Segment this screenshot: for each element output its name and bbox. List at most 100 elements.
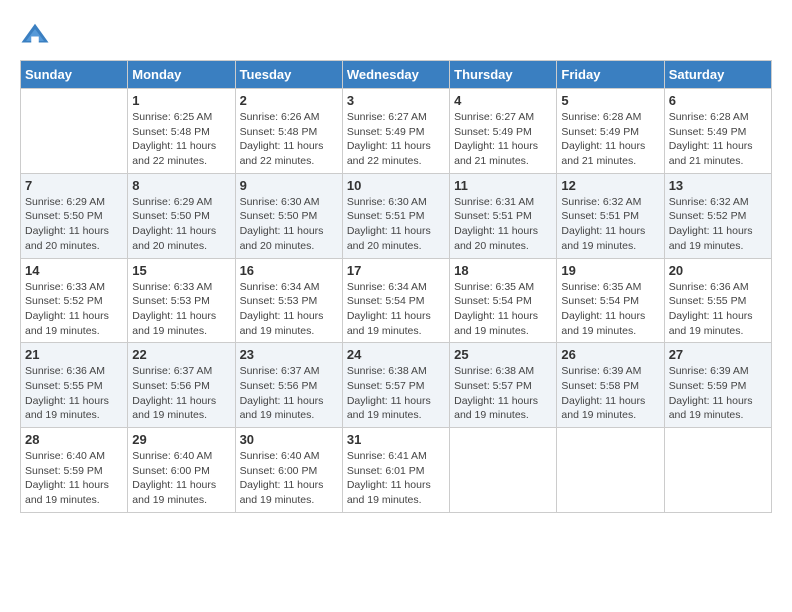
day-number: 29: [132, 432, 230, 447]
day-number: 15: [132, 263, 230, 278]
calendar-cell: 19 Sunrise: 6:35 AMSunset: 5:54 PMDayligh…: [557, 258, 664, 343]
day-number: 7: [25, 178, 123, 193]
day-info: Sunrise: 6:28 AMSunset: 5:49 PMDaylight:…: [669, 110, 767, 169]
calendar-header-tuesday: Tuesday: [235, 61, 342, 89]
day-info: Sunrise: 6:36 AMSunset: 5:55 PMDaylight:…: [25, 364, 123, 423]
day-info: Sunrise: 6:26 AMSunset: 5:48 PMDaylight:…: [240, 110, 338, 169]
calendar-cell: 1 Sunrise: 6:25 AMSunset: 5:48 PMDaylight…: [128, 89, 235, 174]
day-info: Sunrise: 6:34 AMSunset: 5:54 PMDaylight:…: [347, 280, 445, 339]
day-info: Sunrise: 6:32 AMSunset: 5:51 PMDaylight:…: [561, 195, 659, 254]
day-info: Sunrise: 6:35 AMSunset: 5:54 PMDaylight:…: [561, 280, 659, 339]
day-number: 11: [454, 178, 552, 193]
calendar-week-2: 7 Sunrise: 6:29 AMSunset: 5:50 PMDaylight…: [21, 173, 772, 258]
calendar-week-5: 28 Sunrise: 6:40 AMSunset: 5:59 PMDayligh…: [21, 428, 772, 513]
calendar-header-thursday: Thursday: [450, 61, 557, 89]
day-info: Sunrise: 6:35 AMSunset: 5:54 PMDaylight:…: [454, 280, 552, 339]
day-number: 25: [454, 347, 552, 362]
calendar-cell: 9 Sunrise: 6:30 AMSunset: 5:50 PMDaylight…: [235, 173, 342, 258]
day-number: 9: [240, 178, 338, 193]
day-number: 23: [240, 347, 338, 362]
calendar-cell: 8 Sunrise: 6:29 AMSunset: 5:50 PMDaylight…: [128, 173, 235, 258]
day-number: 31: [347, 432, 445, 447]
day-info: Sunrise: 6:25 AMSunset: 5:48 PMDaylight:…: [132, 110, 230, 169]
calendar-cell: 31 Sunrise: 6:41 AMSunset: 6:01 PMDayligh…: [342, 428, 449, 513]
calendar-table: SundayMondayTuesdayWednesdayThursdayFrid…: [20, 60, 772, 513]
calendar-cell: 22 Sunrise: 6:37 AMSunset: 5:56 PMDayligh…: [128, 343, 235, 428]
day-info: Sunrise: 6:31 AMSunset: 5:51 PMDaylight:…: [454, 195, 552, 254]
day-info: Sunrise: 6:29 AMSunset: 5:50 PMDaylight:…: [25, 195, 123, 254]
calendar-cell: 21 Sunrise: 6:36 AMSunset: 5:55 PMDayligh…: [21, 343, 128, 428]
day-number: 21: [25, 347, 123, 362]
calendar-header-row: SundayMondayTuesdayWednesdayThursdayFrid…: [21, 61, 772, 89]
calendar-cell: 13 Sunrise: 6:32 AMSunset: 5:52 PMDayligh…: [664, 173, 771, 258]
day-info: Sunrise: 6:37 AMSunset: 5:56 PMDaylight:…: [240, 364, 338, 423]
calendar-cell: 4 Sunrise: 6:27 AMSunset: 5:49 PMDaylight…: [450, 89, 557, 174]
calendar-cell: 26 Sunrise: 6:39 AMSunset: 5:58 PMDayligh…: [557, 343, 664, 428]
day-number: 3: [347, 93, 445, 108]
calendar-cell: 24 Sunrise: 6:38 AMSunset: 5:57 PMDayligh…: [342, 343, 449, 428]
day-info: Sunrise: 6:37 AMSunset: 5:56 PMDaylight:…: [132, 364, 230, 423]
calendar-cell: 27Sunrise: 6:39 AMSunset: 5:59 PMDayligh…: [664, 343, 771, 428]
day-info: Sunrise: 6:27 AMSunset: 5:49 PMDaylight:…: [347, 110, 445, 169]
day-number: 30: [240, 432, 338, 447]
day-info: Sunrise: 6:40 AMSunset: 6:00 PMDaylight:…: [132, 449, 230, 508]
day-info: Sunrise: 6:38 AMSunset: 5:57 PMDaylight:…: [454, 364, 552, 423]
calendar-cell: 14 Sunrise: 6:33 AMSunset: 5:52 PMDayligh…: [21, 258, 128, 343]
day-number: 28: [25, 432, 123, 447]
day-number: 16: [240, 263, 338, 278]
day-info: Sunrise: 6:39 AMSunset: 5:59 PMDaylight:…: [669, 364, 767, 423]
day-info: Sunrise: 6:39 AMSunset: 5:58 PMDaylight:…: [561, 364, 659, 423]
day-info: Sunrise: 6:40 AMSunset: 5:59 PMDaylight:…: [25, 449, 123, 508]
calendar-cell: 23 Sunrise: 6:37 AMSunset: 5:56 PMDayligh…: [235, 343, 342, 428]
calendar-cell: [21, 89, 128, 174]
day-info: Sunrise: 6:33 AMSunset: 5:52 PMDaylight:…: [25, 280, 123, 339]
calendar-cell: 5 Sunrise: 6:28 AMSunset: 5:49 PMDaylight…: [557, 89, 664, 174]
calendar-cell: 28 Sunrise: 6:40 AMSunset: 5:59 PMDayligh…: [21, 428, 128, 513]
calendar-week-1: 1 Sunrise: 6:25 AMSunset: 5:48 PMDaylight…: [21, 89, 772, 174]
calendar-cell: 15 Sunrise: 6:33 AMSunset: 5:53 PMDayligh…: [128, 258, 235, 343]
day-number: 2: [240, 93, 338, 108]
calendar-cell: [664, 428, 771, 513]
calendar-cell: 6 Sunrise: 6:28 AMSunset: 5:49 PMDaylight…: [664, 89, 771, 174]
day-number: 12: [561, 178, 659, 193]
day-number: 24: [347, 347, 445, 362]
calendar-cell: 20 Sunrise: 6:36 AMSunset: 5:55 PMDayligh…: [664, 258, 771, 343]
day-info: Sunrise: 6:30 AMSunset: 5:50 PMDaylight:…: [240, 195, 338, 254]
day-info: Sunrise: 6:36 AMSunset: 5:55 PMDaylight:…: [669, 280, 767, 339]
calendar-header-monday: Monday: [128, 61, 235, 89]
day-info: Sunrise: 6:32 AMSunset: 5:52 PMDaylight:…: [669, 195, 767, 254]
day-number: 8: [132, 178, 230, 193]
calendar-cell: 16 Sunrise: 6:34 AMSunset: 5:53 PMDayligh…: [235, 258, 342, 343]
day-number: 20: [669, 263, 767, 278]
calendar-cell: 2 Sunrise: 6:26 AMSunset: 5:48 PMDaylight…: [235, 89, 342, 174]
day-info: Sunrise: 6:29 AMSunset: 5:50 PMDaylight:…: [132, 195, 230, 254]
day-info: Sunrise: 6:33 AMSunset: 5:53 PMDaylight:…: [132, 280, 230, 339]
day-number: 6: [669, 93, 767, 108]
calendar-header-friday: Friday: [557, 61, 664, 89]
day-info: Sunrise: 6:27 AMSunset: 5:49 PMDaylight:…: [454, 110, 552, 169]
day-number: 14: [25, 263, 123, 278]
logo: [20, 20, 54, 50]
calendar-header-wednesday: Wednesday: [342, 61, 449, 89]
day-info: Sunrise: 6:34 AMSunset: 5:53 PMDaylight:…: [240, 280, 338, 339]
calendar-cell: 29 Sunrise: 6:40 AMSunset: 6:00 PMDayligh…: [128, 428, 235, 513]
day-number: 22: [132, 347, 230, 362]
day-number: 19: [561, 263, 659, 278]
day-number: 13: [669, 178, 767, 193]
calendar-week-4: 21 Sunrise: 6:36 AMSunset: 5:55 PMDayligh…: [21, 343, 772, 428]
day-number: 26: [561, 347, 659, 362]
logo-icon: [20, 20, 50, 50]
day-info: Sunrise: 6:28 AMSunset: 5:49 PMDaylight:…: [561, 110, 659, 169]
day-number: 4: [454, 93, 552, 108]
day-number: 5: [561, 93, 659, 108]
day-number: 1: [132, 93, 230, 108]
calendar-header-sunday: Sunday: [21, 61, 128, 89]
day-info: Sunrise: 6:41 AMSunset: 6:01 PMDaylight:…: [347, 449, 445, 508]
calendar-cell: [450, 428, 557, 513]
calendar-cell: 12 Sunrise: 6:32 AMSunset: 5:51 PMDayligh…: [557, 173, 664, 258]
day-info: Sunrise: 6:38 AMSunset: 5:57 PMDaylight:…: [347, 364, 445, 423]
day-number: 17: [347, 263, 445, 278]
calendar-cell: 25 Sunrise: 6:38 AMSunset: 5:57 PMDayligh…: [450, 343, 557, 428]
day-number: 18: [454, 263, 552, 278]
calendar-cell: 18 Sunrise: 6:35 AMSunset: 5:54 PMDayligh…: [450, 258, 557, 343]
